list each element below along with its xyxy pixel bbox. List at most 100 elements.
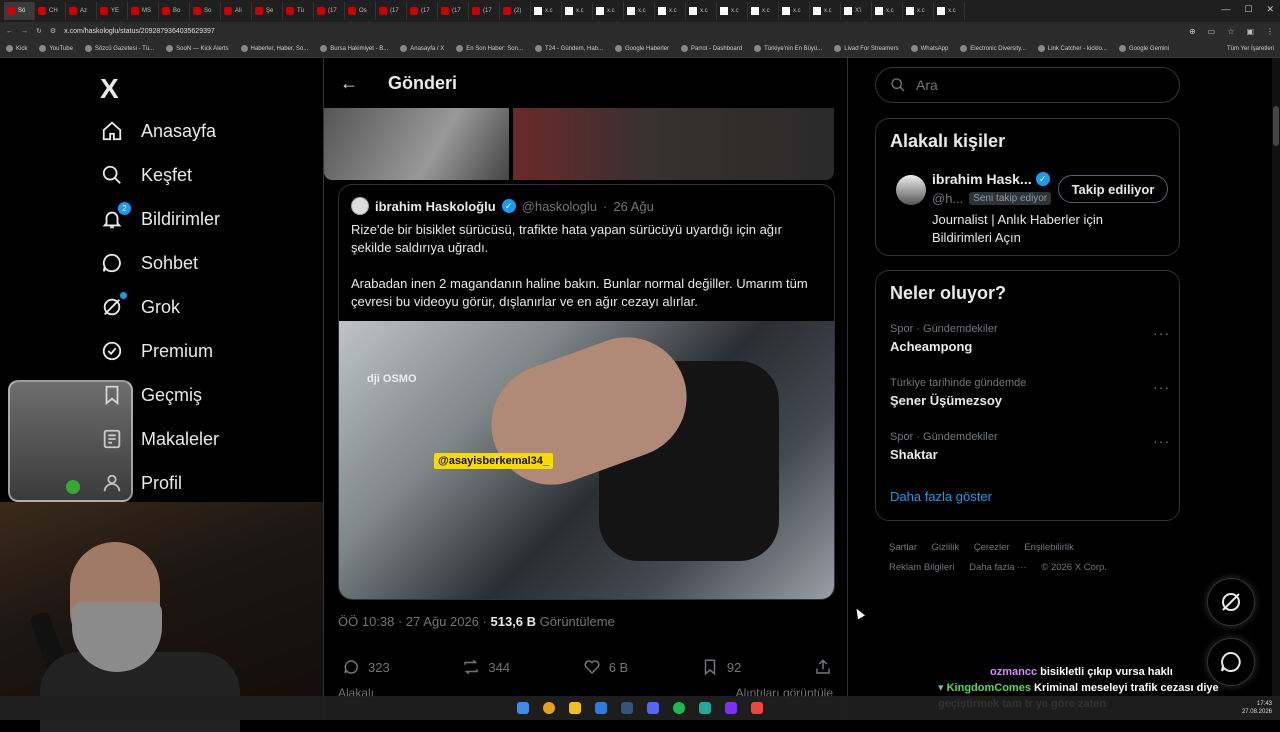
browser-tab[interactable]: x.c [531,2,562,20]
browser-tab[interactable]: x.c [562,2,593,20]
bookmark-button[interactable]: 92 [701,658,741,676]
sidebar-item-chat[interactable]: Sohbet [101,252,198,274]
sidebar-item-grok[interactable]: Grok [101,292,180,318]
browser-tab[interactable]: Tü [283,2,314,20]
bookmark-item[interactable]: SooN — Kick Alerts [166,45,229,52]
browser-tab[interactable]: (17 [314,2,345,20]
repost-button[interactable]: 344 [462,658,510,676]
browser-tab[interactable]: Os [345,2,376,20]
browser-tab[interactable]: CH [35,2,66,20]
bookmark-item[interactable]: YouTube [39,45,73,52]
author-handle[interactable]: @haskologlu [522,199,597,214]
media-thumbnail[interactable] [513,108,834,180]
url-field[interactable]: x.com/haskologlu/status/2092879364035629… [64,28,215,35]
bookmark-item[interactable]: En Son Haber: Son... [456,45,523,52]
app-icon[interactable] [595,702,607,714]
avatar[interactable] [351,197,369,215]
more-options-icon[interactable]: ··· [1153,433,1170,449]
bookmark-item[interactable]: Anasayfa / X [400,45,444,52]
trend-item[interactable]: Spor · Gündemdekiler Shaktar ··· [890,431,1170,462]
browser-tab[interactable]: x.c [872,2,903,20]
sidebar-item-notifications[interactable]: 2 Bildirimler [101,202,220,230]
media-thumbnail[interactable] [324,108,509,180]
close-window-icon[interactable]: ✕ [1266,4,1274,15]
bookmark-item[interactable]: Haberler, Haber, So... [240,45,308,52]
browser-tab[interactable]: x.c [903,2,934,20]
browser-tab[interactable]: Sö [4,2,35,20]
start-icon[interactable] [517,702,529,714]
footer-link[interactable]: Reklam Bilgileri [889,562,954,573]
browser-tab[interactable]: YE [97,2,128,20]
show-more-link[interactable]: Daha fazla göster [890,489,992,504]
extensions-icon[interactable]: ▣ [1246,27,1254,36]
x-logo[interactable]: X [100,73,119,105]
quoted-post[interactable]: ibrahim Haskoloğlu ✓ @haskologlu · 26 Ağ… [338,184,835,600]
bookmark-item[interactable]: T24 - Gündem, Hab... [534,45,603,52]
bookmark-item[interactable]: Bursa Hakimiyet - B... [320,45,388,52]
menu-icon[interactable]: ⋮ [1266,27,1274,36]
browser-tab[interactable]: x.c [748,2,779,20]
minimize-icon[interactable]: — [1221,4,1230,15]
all-bookmarks[interactable]: Tüm Yer İşaretleri [1227,46,1274,52]
browser-tab[interactable]: Bo [159,2,190,20]
explorer-icon[interactable] [569,702,581,714]
bookmark-item[interactable]: Parrot - Dashboard [681,45,742,52]
footer-link[interactable]: Gizlilik [932,542,959,553]
share-button[interactable] [814,658,832,676]
bookmark-item[interactable]: Sözcü Gazetesi - Tü... [84,45,154,52]
reply-button[interactable]: 323 [342,658,390,676]
zoom-icon[interactable]: ⊕ [1189,27,1196,36]
grok-fab-button[interactable] [1207,578,1255,626]
post-date[interactable]: 26 Ağu [613,199,654,214]
following-button[interactable]: Takip ediliyor [1058,175,1168,203]
browser-tab[interactable]: x.c [655,2,686,20]
bookmark-item[interactable]: WhatsApp [910,45,948,52]
bookmark-item[interactable]: Google Gemini [1118,45,1169,52]
site-info-icon[interactable]: ⚙ [50,27,56,35]
scrollbar-thumb[interactable] [1273,106,1279,146]
sidebar-item-premium[interactable]: Premium [101,340,213,362]
footer-link[interactable]: Çerezler [974,542,1010,553]
browser-tab[interactable]: (2) [500,2,531,20]
forward-nav-icon[interactable]: → [21,28,28,35]
like-button[interactable]: 6 B [583,658,628,676]
sidebar-item-home[interactable]: Anasayfa [101,120,216,142]
browser-tab[interactable]: MS [128,2,159,20]
browser-tab[interactable]: x.c [934,2,965,20]
bookmark-item[interactable]: Link Catcher - kicklo... [1037,45,1107,52]
browser-tab[interactable]: x.c [779,2,810,20]
discord-icon[interactable] [647,702,659,714]
browser-tab[interactable]: x.c [686,2,717,20]
trend-item[interactable]: Türkiye tarihinde gündemde Şener Üşümezs… [890,377,1170,408]
more-options-icon[interactable]: ··· [1153,379,1170,395]
person-name[interactable]: ibrahim Hask... [932,171,1032,187]
search-input[interactable]: Ara [875,67,1180,103]
app-icon[interactable] [725,702,737,714]
browser-tab[interactable]: Ali [221,2,252,20]
browser-tab[interactable]: Şe [252,2,283,20]
browser-tab[interactable]: (17 [438,2,469,20]
system-tray-clock[interactable]: 17:43 27.08.2026 [1242,700,1272,716]
more-options-icon[interactable]: ··· [1153,325,1170,341]
back-arrow-icon[interactable]: ← [340,73,358,94]
author-name[interactable]: ibrahim Haskoloğlu [375,199,496,214]
footer-link[interactable]: Erişilebilirlik [1024,542,1074,553]
browser-tab[interactable]: (17 [376,2,407,20]
maximize-icon[interactable]: ☐ [1244,4,1252,15]
steam-icon[interactable] [621,702,633,714]
video-player[interactable]: dji OSMO @asayisberkemal34_ [339,320,834,599]
browser-tab[interactable]: (17 [407,2,438,20]
post-timestamp[interactable]: ÖÖ 10:38 · 27 Ağu 2026 · [338,614,491,629]
trend-item[interactable]: Spor · Gündemdekiler Acheampong ··· [890,323,1170,354]
browser-tab[interactable]: x.c [624,2,655,20]
browser-tab[interactable]: So [190,2,221,20]
avatar[interactable] [896,175,926,205]
bookmark-item[interactable]: Electronic Diversity... [960,45,1026,52]
browser-tab[interactable]: x.c [717,2,748,20]
star-icon[interactable]: ☆ [1227,27,1234,36]
app-icon[interactable] [751,702,763,714]
sidebar-item-explore[interactable]: Keşfet [101,164,192,186]
browser-tab[interactable]: (17 [469,2,500,20]
bookmark-item[interactable]: Türkiye'nin En Büyü... [754,45,822,52]
cast-icon[interactable]: ▭ [1208,27,1216,36]
